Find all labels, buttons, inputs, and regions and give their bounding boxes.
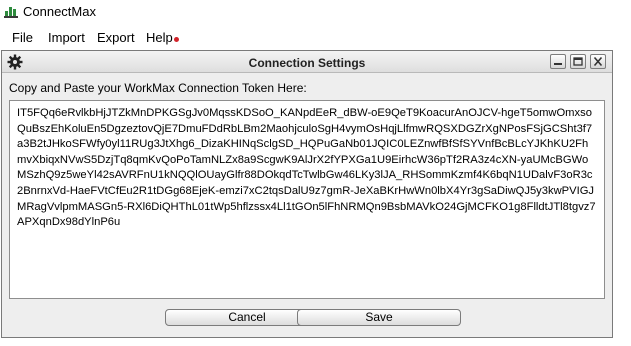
menu-export[interactable]: Export xyxy=(97,30,135,45)
save-button[interactable]: Save xyxy=(297,309,461,326)
menu-file[interactable]: File xyxy=(12,30,33,45)
close-button[interactable] xyxy=(590,54,606,69)
help-notification-dot xyxy=(174,37,179,42)
app-window: ConnectMax File Import Export Help Conne… xyxy=(0,0,631,346)
app-title: ConnectMax xyxy=(23,4,96,19)
dialog-titlebar[interactable]: Connection Settings xyxy=(2,51,612,73)
dialog-title: Connection Settings xyxy=(248,56,366,70)
connection-settings-dialog: Connection Settings Copy and Paste your … xyxy=(1,50,613,338)
menu-bar: File Import Export Help xyxy=(0,26,631,48)
minimize-button[interactable] xyxy=(550,54,566,69)
app-titlebar: ConnectMax xyxy=(0,0,631,26)
minimize-icon xyxy=(554,63,562,65)
maximize-icon xyxy=(573,57,583,66)
maximize-button[interactable] xyxy=(570,54,586,69)
menu-import[interactable]: Import xyxy=(48,30,85,45)
menu-help[interactable]: Help xyxy=(146,30,173,45)
token-prompt-label: Copy and Paste your WorkMax Connection T… xyxy=(9,81,307,95)
bar-chart-icon xyxy=(4,7,18,18)
close-icon xyxy=(593,56,603,67)
token-textarea[interactable]: IT5FQq6eRvlkbHjJTZkMnDPKGSgJv0MqssKDSoO_… xyxy=(9,100,605,299)
background-edge xyxy=(614,50,631,338)
